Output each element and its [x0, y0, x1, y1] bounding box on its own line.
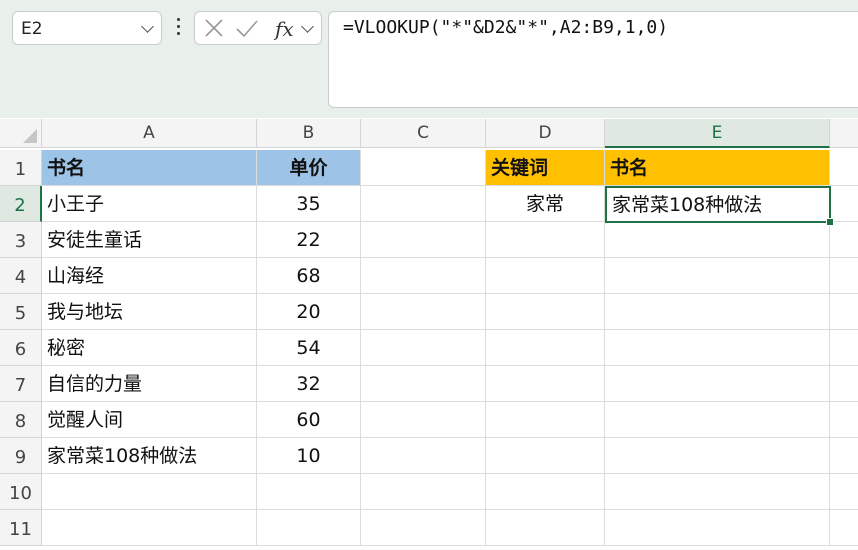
select-all-button[interactable] — [0, 119, 42, 148]
row-header-8[interactable]: 8 — [0, 402, 42, 438]
cell-d3[interactable] — [486, 222, 605, 258]
cell-a2[interactable]: 小王子 — [42, 186, 257, 222]
cell-d11[interactable] — [486, 510, 605, 546]
cell-c8[interactable] — [361, 402, 486, 438]
cell-f4[interactable] — [830, 258, 858, 294]
cell-a7[interactable]: 自信的力量 — [42, 366, 257, 402]
column-header-c[interactable]: C — [361, 119, 486, 148]
row-header-2[interactable]: 2 — [0, 186, 42, 222]
confirm-icon[interactable] — [235, 18, 259, 40]
column-header-e[interactable]: E — [605, 119, 830, 148]
cell-e7[interactable] — [605, 366, 830, 402]
more-options-icon[interactable] — [177, 18, 180, 36]
cell-a10[interactable] — [42, 474, 257, 510]
cell-f6[interactable] — [830, 330, 858, 366]
cell-b7[interactable]: 32 — [257, 366, 361, 402]
chevron-down-icon[interactable] — [301, 20, 314, 33]
cell-d5[interactable] — [486, 294, 605, 330]
cell-a11[interactable] — [42, 510, 257, 546]
cell-c4[interactable] — [361, 258, 486, 294]
cell-f11[interactable] — [830, 510, 858, 546]
cell-a9[interactable]: 家常菜108种做法 — [42, 438, 257, 474]
cell-c2[interactable] — [361, 186, 486, 222]
cell-a4[interactable]: 山海经 — [42, 258, 257, 294]
formula-text: =VLOOKUP("*"&D2&"*",A2:B9,1,0) — [343, 17, 669, 38]
cell-f1[interactable] — [830, 150, 858, 186]
cell-a1[interactable]: 书名 — [42, 150, 257, 186]
cell-c6[interactable] — [361, 330, 486, 366]
name-box-value: E2 — [21, 19, 43, 39]
cell-e4[interactable] — [605, 258, 830, 294]
cell-b1[interactable]: 单价 — [257, 150, 361, 186]
cell-a3[interactable]: 安徒生童话 — [42, 222, 257, 258]
row-header-1[interactable]: 1 — [0, 150, 42, 186]
cell-b8[interactable]: 60 — [257, 402, 361, 438]
formula-toolbar: E2 fx =VLOOKUP("*"&D2&"*",A2:B9,1,0) — [0, 0, 858, 118]
cell-f9[interactable] — [830, 438, 858, 474]
cell-d4[interactable] — [486, 258, 605, 294]
insert-function-icon[interactable]: fx — [275, 17, 294, 41]
row-header-9[interactable]: 9 — [0, 438, 42, 474]
row-header-5[interactable]: 5 — [0, 294, 42, 330]
cell-f3[interactable] — [830, 222, 858, 258]
cell-d9[interactable] — [486, 438, 605, 474]
cell-c1[interactable] — [361, 150, 486, 186]
cancel-icon[interactable] — [203, 17, 225, 39]
cell-f7[interactable] — [830, 366, 858, 402]
row-header-7[interactable]: 7 — [0, 366, 42, 402]
cell-d10[interactable] — [486, 474, 605, 510]
cell-f10[interactable] — [830, 474, 858, 510]
cell-a5[interactable]: 我与地坛 — [42, 294, 257, 330]
chevron-down-icon[interactable] — [141, 20, 154, 33]
cell-b10[interactable] — [257, 474, 361, 510]
row-header-6[interactable]: 6 — [0, 330, 42, 366]
cell-d6[interactable] — [486, 330, 605, 366]
cell-f8[interactable] — [830, 402, 858, 438]
cell-c7[interactable] — [361, 366, 486, 402]
column-header-f[interactable] — [830, 119, 858, 148]
cell-d8[interactable] — [486, 402, 605, 438]
cell-e10[interactable] — [605, 474, 830, 510]
column-header-b[interactable]: B — [257, 119, 361, 148]
name-box[interactable]: E2 — [12, 11, 162, 45]
cell-d7[interactable] — [486, 366, 605, 402]
cell-e2[interactable]: 家常菜108种做法 — [605, 186, 831, 223]
cell-a8[interactable]: 觉醒人间 — [42, 402, 257, 438]
cell-c5[interactable] — [361, 294, 486, 330]
row-header-4[interactable]: 4 — [0, 258, 42, 294]
cell-e3[interactable] — [605, 223, 830, 258]
cell-b3[interactable]: 22 — [257, 222, 361, 258]
row-header-10[interactable]: 10 — [0, 474, 42, 510]
cell-e1[interactable]: 书名 — [605, 150, 830, 186]
cell-c11[interactable] — [361, 510, 486, 546]
cell-f2[interactable] — [831, 186, 858, 222]
cell-e6[interactable] — [605, 330, 830, 366]
row-header-11[interactable]: 11 — [0, 510, 42, 546]
column-header-d[interactable]: D — [486, 119, 605, 148]
cell-d1[interactable]: 关键词 — [486, 150, 605, 186]
cell-b4[interactable]: 68 — [257, 258, 361, 294]
cell-e5[interactable] — [605, 294, 830, 330]
cell-f5[interactable] — [830, 294, 858, 330]
cell-e11[interactable] — [605, 510, 830, 546]
cell-b9[interactable]: 10 — [257, 438, 361, 474]
cell-b5[interactable]: 20 — [257, 294, 361, 330]
cell-e9[interactable] — [605, 438, 830, 474]
cell-b11[interactable] — [257, 510, 361, 546]
cell-b2[interactable]: 35 — [257, 186, 361, 222]
formula-controls: fx — [194, 11, 322, 45]
cell-c10[interactable] — [361, 474, 486, 510]
fill-handle[interactable] — [826, 218, 834, 226]
formula-input[interactable]: =VLOOKUP("*"&D2&"*",A2:B9,1,0) — [328, 11, 858, 108]
cell-c3[interactable] — [361, 222, 486, 258]
cell-b6[interactable]: 54 — [257, 330, 361, 366]
cell-c9[interactable] — [361, 438, 486, 474]
cell-a6[interactable]: 秘密 — [42, 330, 257, 366]
column-header-a[interactable]: A — [42, 119, 257, 148]
cell-d2[interactable]: 家常 — [486, 186, 605, 222]
row-header-3[interactable]: 3 — [0, 222, 42, 258]
cell-e8[interactable] — [605, 402, 830, 438]
